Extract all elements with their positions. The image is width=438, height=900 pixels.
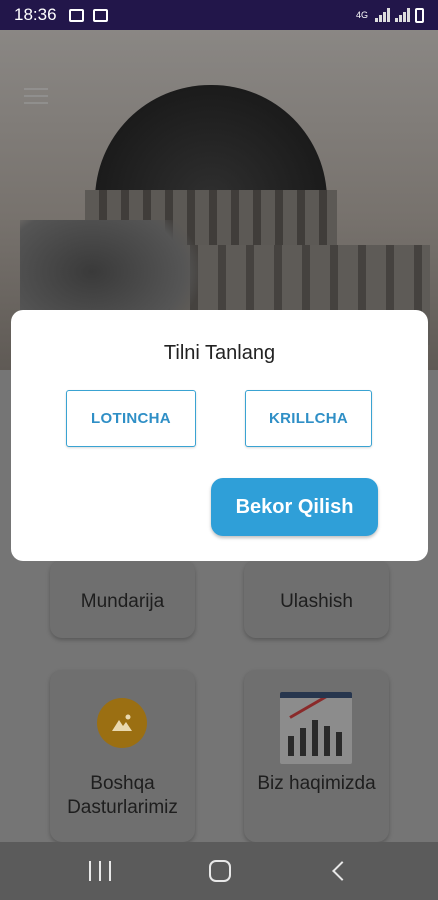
cancel-button[interactable]: Bekor Qilish: [211, 478, 378, 536]
menu-icon[interactable]: [24, 88, 48, 104]
status-time: 18:36: [14, 5, 57, 24]
battery-icon: [415, 7, 424, 23]
dome-shape: [95, 85, 327, 200]
menu-card-label: Biz haqimizda: [257, 773, 376, 794]
signal-icon-2: [395, 8, 410, 22]
notification-icon: [92, 8, 108, 22]
status-bar: 18:36 4G: [0, 0, 438, 30]
gallery-icon: [68, 8, 84, 22]
menu-card-share[interactable]: Ulashish: [244, 560, 389, 638]
menu-card-contents[interactable]: Mundarija: [50, 560, 195, 638]
latin-button[interactable]: LOTINCHA: [66, 390, 196, 447]
cyrillic-button[interactable]: KRILLCHA: [245, 390, 372, 447]
dialog-title: Tilni Tanlang: [163, 342, 276, 364]
apps-icon: [97, 698, 147, 748]
menu-card-label: Mundarija: [80, 591, 165, 612]
system-nav-bar: [0, 842, 438, 900]
recents-icon[interactable]: [89, 861, 111, 881]
menu-card-about[interactable]: Biz haqimizda: [244, 670, 389, 842]
network-type: 4G: [355, 9, 368, 20]
menu-card-other-apps[interactable]: Boshqa Dasturlarimiz: [50, 670, 195, 842]
language-dialog: Tilni Tanlang LOTINCHA KRILLCHA Bekor Qi…: [11, 310, 428, 561]
menu-card-label: Boshqa Dasturlarimiz: [67, 773, 178, 818]
status-right: 4G: [355, 7, 424, 23]
menu-card-label: Ulashish: [280, 591, 353, 612]
signal-icon: [375, 8, 390, 22]
home-icon[interactable]: [209, 860, 231, 882]
back-icon[interactable]: [332, 861, 352, 881]
team-growth-icon: [280, 692, 352, 764]
